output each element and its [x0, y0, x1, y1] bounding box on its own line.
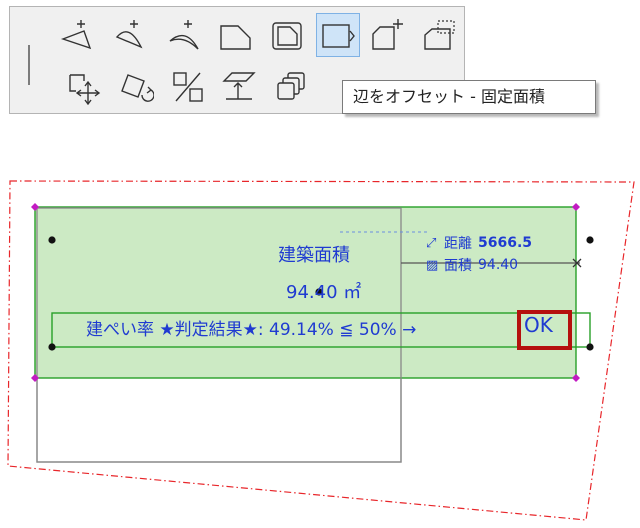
area-row: ▨ 面積 94.40 [426, 254, 574, 276]
distance-row: ⤢ 距離 5666.5 [426, 232, 574, 254]
area-hatch-icon: ▨ [426, 257, 439, 273]
ok-highlight-frame [517, 310, 572, 350]
area-label: 面積 [444, 258, 472, 274]
zone-name: 建築面積 [278, 245, 350, 266]
distance-label: 距離 [444, 236, 472, 252]
area-value: 94.40 [478, 257, 519, 273]
coverage-ratio-text: 建ぺい率 ★判定結果★: 49.14% ≦ 50% → [86, 320, 417, 340]
zone-area: 94.40 ㎡ [286, 282, 362, 303]
tracker-info: ⤢ 距離 5666.5 ▨ 面積 94.40 [426, 232, 574, 278]
distance-icon: ⤢ [426, 235, 437, 251]
distance-value[interactable]: 5666.5 [478, 235, 532, 251]
